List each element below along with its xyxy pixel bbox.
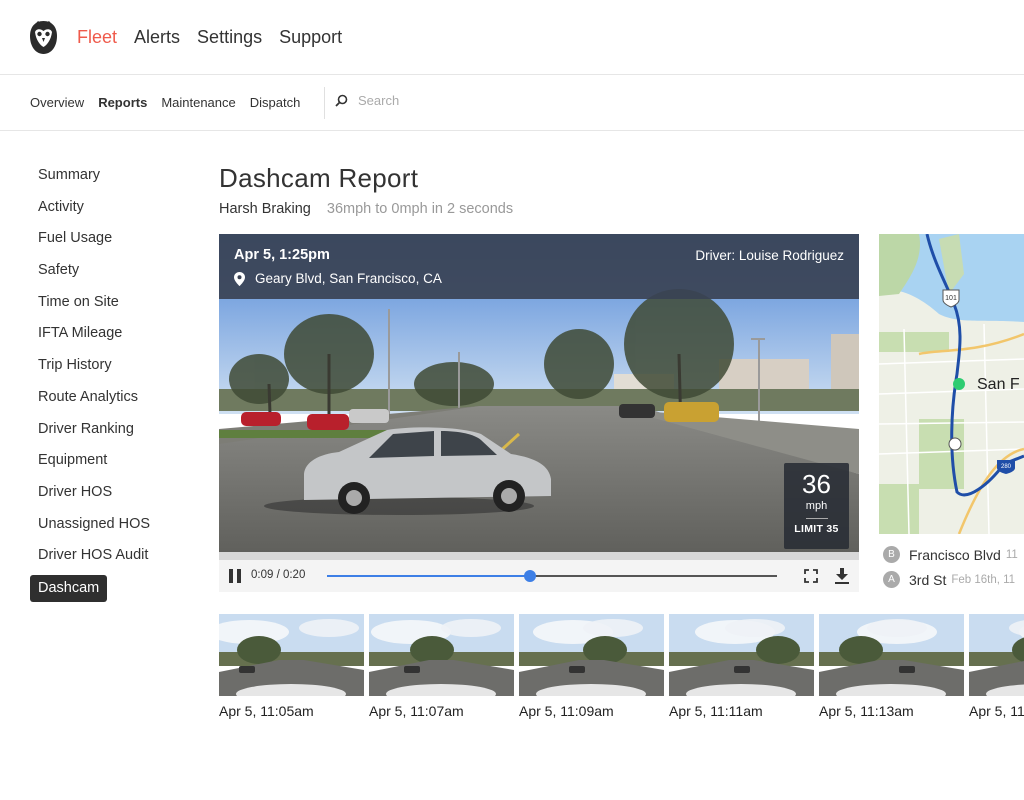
video-time: 0:09 / 0:20 xyxy=(251,569,306,581)
sidebar-item-fuel-usage[interactable]: Fuel Usage xyxy=(30,223,190,255)
video-thumbnail[interactable]: Apr 5, 11:09am xyxy=(519,614,664,719)
sub-navigation: Overview Reports Maintenance Dispatch xyxy=(0,75,1024,131)
subnav-reports[interactable]: Reports xyxy=(98,95,147,111)
video-thumbnail[interactable]: Apr 5, 11:15am xyxy=(969,614,1024,719)
event-type: Harsh Braking xyxy=(219,201,311,217)
sidebar-item-dashcam[interactable]: Dashcam xyxy=(30,574,108,602)
fullscreen-icon[interactable] xyxy=(804,569,818,583)
thumbnail-image xyxy=(219,614,364,696)
sidebar-item-safety[interactable]: Safety xyxy=(30,255,190,287)
route-map[interactable]: 101 280 San F xyxy=(879,234,1024,534)
speed-limit: LIMIT 35 xyxy=(794,523,839,535)
sidebar-item-equipment[interactable]: Equipment xyxy=(30,445,190,477)
highway-shield-101: 101 xyxy=(945,295,957,302)
nav-alerts[interactable]: Alerts xyxy=(134,25,180,49)
subnav-divider xyxy=(324,87,325,119)
video-thumbnail[interactable]: Apr 5, 11:07am xyxy=(369,614,514,719)
sidebar-item-driver-hos-audit[interactable]: Driver HOS Audit xyxy=(30,540,190,572)
sidebar-item-activity[interactable]: Activity xyxy=(30,192,190,224)
stop-marker-b: B xyxy=(883,546,900,563)
nav-fleet[interactable]: Fleet xyxy=(77,25,117,49)
download-icon[interactable] xyxy=(835,568,849,584)
video-controls: 0:09 / 0:20 xyxy=(219,560,859,592)
route-stop-b[interactable]: B Francisco Blvd 11 xyxy=(883,542,1024,567)
top-navigation: Fleet Alerts Settings Support xyxy=(0,0,1024,75)
speed-value: 36 xyxy=(802,469,831,499)
video-location: Geary Blvd, San Francisco, CA xyxy=(234,271,442,286)
route-stops: B Francisco Blvd 11 A 3rd St Feb 16th, 1… xyxy=(883,542,1024,592)
stop-time: Feb 16th, 11 xyxy=(951,573,1016,586)
page-title: Dashcam Report xyxy=(219,163,419,193)
sidebar-item-unassigned-hos[interactable]: Unassigned HOS xyxy=(30,509,190,541)
nav-support[interactable]: Support xyxy=(279,25,342,49)
sidebar-item-driver-ranking[interactable]: Driver Ranking xyxy=(30,414,190,446)
video-location-text: Geary Blvd, San Francisco, CA xyxy=(255,271,442,286)
subnav-maintenance[interactable]: Maintenance xyxy=(161,95,235,111)
thumbnail-image xyxy=(369,614,514,696)
location-pin-icon xyxy=(234,271,245,286)
video-progress-handle[interactable] xyxy=(523,570,536,582)
thumbnail-timestamp: Apr 5, 11:09am xyxy=(519,703,614,719)
sidebar-item-trip-history[interactable]: Trip History xyxy=(30,350,190,382)
video-progress-fill xyxy=(327,575,530,577)
event-detail: 36mph to 0mph in 2 seconds xyxy=(326,201,514,217)
sidebar-item-time-on-site[interactable]: Time on Site xyxy=(30,287,190,319)
map-canvas: 101 280 San F xyxy=(879,234,1024,534)
video-timestamp: Apr 5, 1:25pm xyxy=(234,247,330,263)
search-box xyxy=(335,93,478,108)
pause-icon[interactable] xyxy=(229,569,241,583)
search-input[interactable] xyxy=(358,93,478,108)
owl-logo-icon[interactable] xyxy=(29,19,58,56)
speed-separator xyxy=(805,518,828,519)
thumbnail-strip: Apr 5, 11:05am Apr 5, 11:07am Apr 5, 11:09… xyxy=(219,614,1024,724)
sidebar-item-route-analytics[interactable]: Route Analytics xyxy=(30,382,190,414)
sidebar-item-driver-hos[interactable]: Driver HOS xyxy=(30,477,190,509)
dashcam-video[interactable]: Apr 5, 1:25pm Geary Blvd, San Francisco,… xyxy=(219,234,859,560)
stop-marker-a: A xyxy=(883,571,900,588)
nav-settings[interactable]: Settings xyxy=(197,25,262,49)
subnav-dispatch[interactable]: Dispatch xyxy=(250,95,301,111)
speed-unit: mph xyxy=(805,500,828,512)
search-icon[interactable] xyxy=(335,94,348,107)
subnav-overview[interactable]: Overview xyxy=(30,95,84,111)
video-info-bar: Apr 5, 1:25pm Geary Blvd, San Francisco,… xyxy=(219,234,859,299)
map-city-label: San F xyxy=(977,376,1020,393)
video-thumbnail[interactable]: Apr 5, 11:05am xyxy=(219,614,364,719)
speed-overlay: 36 mph LIMIT 35 xyxy=(784,463,849,549)
stop-street: 3rd St xyxy=(909,571,947,588)
thumbnail-image xyxy=(819,614,964,696)
thumbnail-timestamp: Apr 5, 11:11am xyxy=(669,703,763,719)
thumbnail-image xyxy=(669,614,814,696)
thumbnail-timestamp: Apr 5, 11:07am xyxy=(369,703,464,719)
thumbnail-timestamp: Apr 5, 11:13am xyxy=(819,703,914,719)
thumbnail-timestamp: Apr 5, 11:15am xyxy=(969,703,1024,719)
thumbnail-image xyxy=(519,614,664,696)
thumbnail-image xyxy=(969,614,1024,696)
video-progress-track[interactable] xyxy=(327,570,777,582)
highway-shield-280: 280 xyxy=(1001,464,1012,470)
video-thumbnail[interactable]: Apr 5, 11:13am xyxy=(819,614,964,719)
event-summary: Harsh Braking 36mph to 0mph in 2 seconds xyxy=(219,201,513,217)
thumbnail-timestamp: Apr 5, 11:05am xyxy=(219,703,314,719)
route-stop-a[interactable]: A 3rd St Feb 16th, 11 xyxy=(883,567,1024,592)
reports-sidebar: Summary Activity Fuel Usage Safety Time … xyxy=(30,160,190,602)
video-thumbnail[interactable]: Apr 5, 11:11am xyxy=(669,614,814,719)
video-driver: Driver: Louise Rodriguez xyxy=(695,248,844,263)
sidebar-item-summary[interactable]: Summary xyxy=(30,160,190,192)
sidebar-item-ifta-mileage[interactable]: IFTA Mileage xyxy=(30,318,190,350)
stop-street: Francisco Blvd xyxy=(909,546,1001,563)
stop-time: 11 xyxy=(1005,548,1018,561)
